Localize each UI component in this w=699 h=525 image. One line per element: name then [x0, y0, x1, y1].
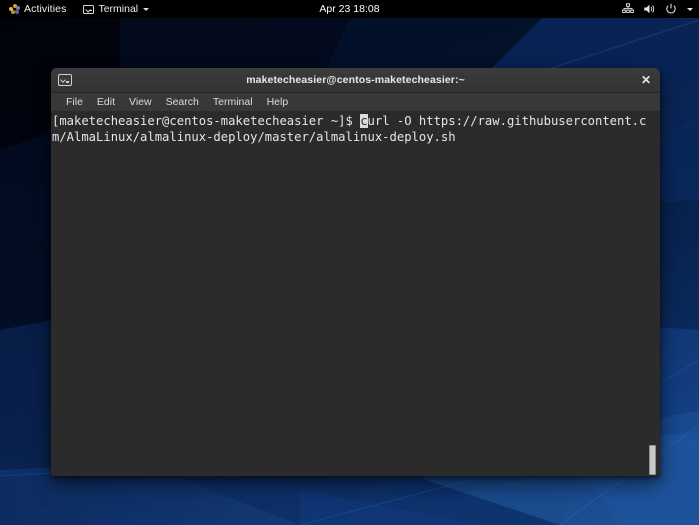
- desktop: Activities Terminal Apr 23 18:08 maketec…: [0, 0, 699, 525]
- gnome-top-bar: Activities Terminal Apr 23 18:08: [0, 0, 699, 18]
- volume-icon[interactable]: [643, 3, 656, 15]
- menu-item-search[interactable]: Search: [159, 95, 206, 110]
- activities-button[interactable]: Activities: [5, 0, 70, 18]
- menu-item-edit[interactable]: Edit: [90, 95, 122, 110]
- menu-item-terminal[interactable]: Terminal: [206, 95, 260, 110]
- terminal-window[interactable]: maketecheasier@centos-maketecheasier:~ ✕…: [51, 68, 660, 476]
- chevron-down-icon: [143, 7, 150, 11]
- window-titlebar[interactable]: maketecheasier@centos-maketecheasier:~ ✕: [51, 68, 660, 93]
- menu-item-view[interactable]: View: [122, 95, 159, 110]
- system-status-area[interactable]: [622, 0, 693, 18]
- gnome-logo-icon: [9, 3, 20, 15]
- network-wired-icon[interactable]: [622, 3, 634, 15]
- close-icon[interactable]: ✕: [638, 72, 654, 88]
- text-cursor: c: [360, 114, 368, 128]
- app-menu-terminal[interactable]: Terminal: [78, 0, 154, 18]
- app-menu-label: Terminal: [98, 3, 139, 15]
- terminal-icon: [83, 4, 95, 14]
- terminal-scrollbar[interactable]: [646, 112, 660, 476]
- window-title: maketecheasier@centos-maketecheasier:~: [246, 74, 465, 86]
- terminal-text: [maketecheasier@centos-maketecheasier ~]…: [52, 114, 660, 145]
- terminal-output-area[interactable]: [maketecheasier@centos-maketecheasier ~]…: [51, 112, 660, 476]
- window-menubar[interactable]: File Edit View Search Terminal Help: [51, 93, 660, 112]
- chevron-down-icon[interactable]: [686, 7, 693, 11]
- shell-prompt: [maketecheasier@centos-maketecheasier ~]…: [52, 114, 361, 128]
- clock-datetime[interactable]: Apr 23 18:08: [315, 3, 383, 15]
- scrollbar-thumb[interactable]: [649, 445, 656, 475]
- menu-item-file[interactable]: File: [59, 95, 90, 110]
- top-bar-left: Activities Terminal: [0, 0, 154, 18]
- activities-label: Activities: [24, 3, 67, 15]
- menu-item-help[interactable]: Help: [260, 95, 296, 110]
- power-icon[interactable]: [665, 3, 677, 15]
